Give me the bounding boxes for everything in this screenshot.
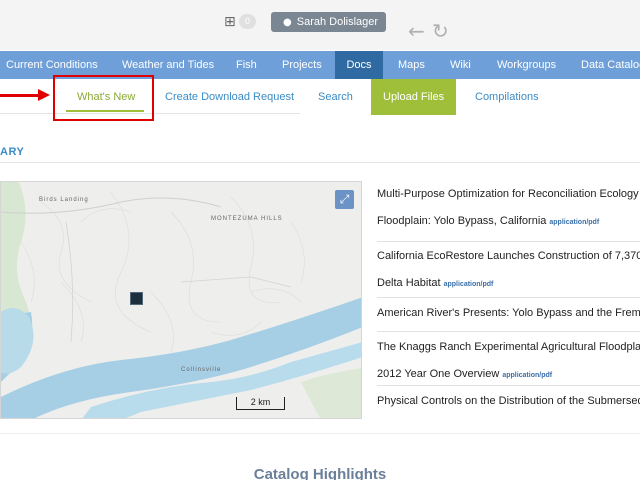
document-title[interactable]: The Knaggs Ranch Experimental Agricultur… <box>377 334 640 361</box>
map-view[interactable]: Birds Landing MONTEZUMA HILLS Collinsvil… <box>0 181 362 419</box>
list-item[interactable]: Physical Controls on the Distribution of… <box>377 386 640 418</box>
expand-icon[interactable]: ⤢ <box>335 190 354 209</box>
mime-type-label: application/pdf <box>549 219 600 226</box>
top-bar: ⊞ 0 ● Sarah Dolislager ← ↻ <box>0 0 640 50</box>
map-place-label: Collinsville <box>181 367 222 373</box>
user-icon: ● <box>283 17 292 28</box>
section-divider <box>0 162 640 163</box>
annotation-arrow-head <box>38 89 50 101</box>
annotation-highlight-box <box>53 75 154 121</box>
cart-count-badge: 0 <box>239 14 256 29</box>
nav-item-fish[interactable]: Fish <box>236 51 257 79</box>
map-place-label: Birds Landing <box>39 197 89 203</box>
list-item[interactable]: Multi-Purpose Optimization for Reconcili… <box>377 181 640 242</box>
document-title[interactable]: Multi-Purpose Optimization for Reconcili… <box>377 181 640 208</box>
nav-item-maps[interactable]: Maps <box>398 51 425 79</box>
refresh-icon[interactable]: ↻ <box>432 20 449 42</box>
document-list: Multi-Purpose Optimization for Reconcili… <box>377 181 640 418</box>
nav-item-wiki[interactable]: Wiki <box>450 51 471 79</box>
upload-files-button[interactable]: Upload Files <box>371 79 457 115</box>
user-menu-button[interactable]: ● Sarah Dolislager <box>271 12 386 32</box>
cart-button[interactable]: ⊞ 0 <box>224 13 258 31</box>
list-item[interactable]: California EcoRestore Launches Construct… <box>377 242 640 298</box>
shopping-basket-icon: ⊞ <box>224 14 236 30</box>
document-title[interactable]: California EcoRestore Launches Construct… <box>377 243 640 270</box>
nav-item-projects[interactable]: Projects <box>282 51 322 79</box>
page-divider <box>0 433 640 434</box>
back-arrow-icon[interactable]: ← <box>408 20 425 42</box>
mime-type-label: application/pdf <box>502 372 553 379</box>
document-title[interactable]: Delta Habitat <box>377 277 441 289</box>
tab-search[interactable]: Search <box>318 79 353 115</box>
section-title: ARY <box>0 146 25 158</box>
list-item[interactable]: The Knaggs Ranch Experimental Agricultur… <box>377 332 640 386</box>
nav-item-workgroups[interactable]: Workgroups <box>497 51 556 79</box>
document-title[interactable]: American River's Presents: Yolo Bypass a… <box>377 300 640 327</box>
nav-item-docs[interactable]: Docs <box>335 51 383 79</box>
tab-create-download-request[interactable]: Create Download Request <box>165 79 294 115</box>
mime-type-label: application/pdf <box>443 281 494 288</box>
catalog-highlights-heading: Catalog Highlights <box>253 466 387 480</box>
nav-item-data-catalog[interactable]: Data Catalog <box>581 51 640 79</box>
list-item[interactable]: American River's Presents: Yolo Bypass a… <box>377 298 640 332</box>
map-marker[interactable] <box>130 292 143 305</box>
map-place-label: MONTEZUMA HILLS <box>211 216 283 222</box>
annotation-arrow <box>0 94 40 97</box>
tab-compilations[interactable]: Compilations <box>475 79 539 115</box>
user-name: Sarah Dolislager <box>296 16 379 28</box>
document-title[interactable]: Floodplain: Yolo Bypass, California <box>377 215 546 227</box>
map-scale-bar: 2 km <box>236 397 285 410</box>
map-canvas <box>1 182 361 418</box>
document-title[interactable]: 2012 Year One Overview <box>377 368 499 380</box>
document-title[interactable]: Physical Controls on the Distribution of… <box>377 388 640 415</box>
